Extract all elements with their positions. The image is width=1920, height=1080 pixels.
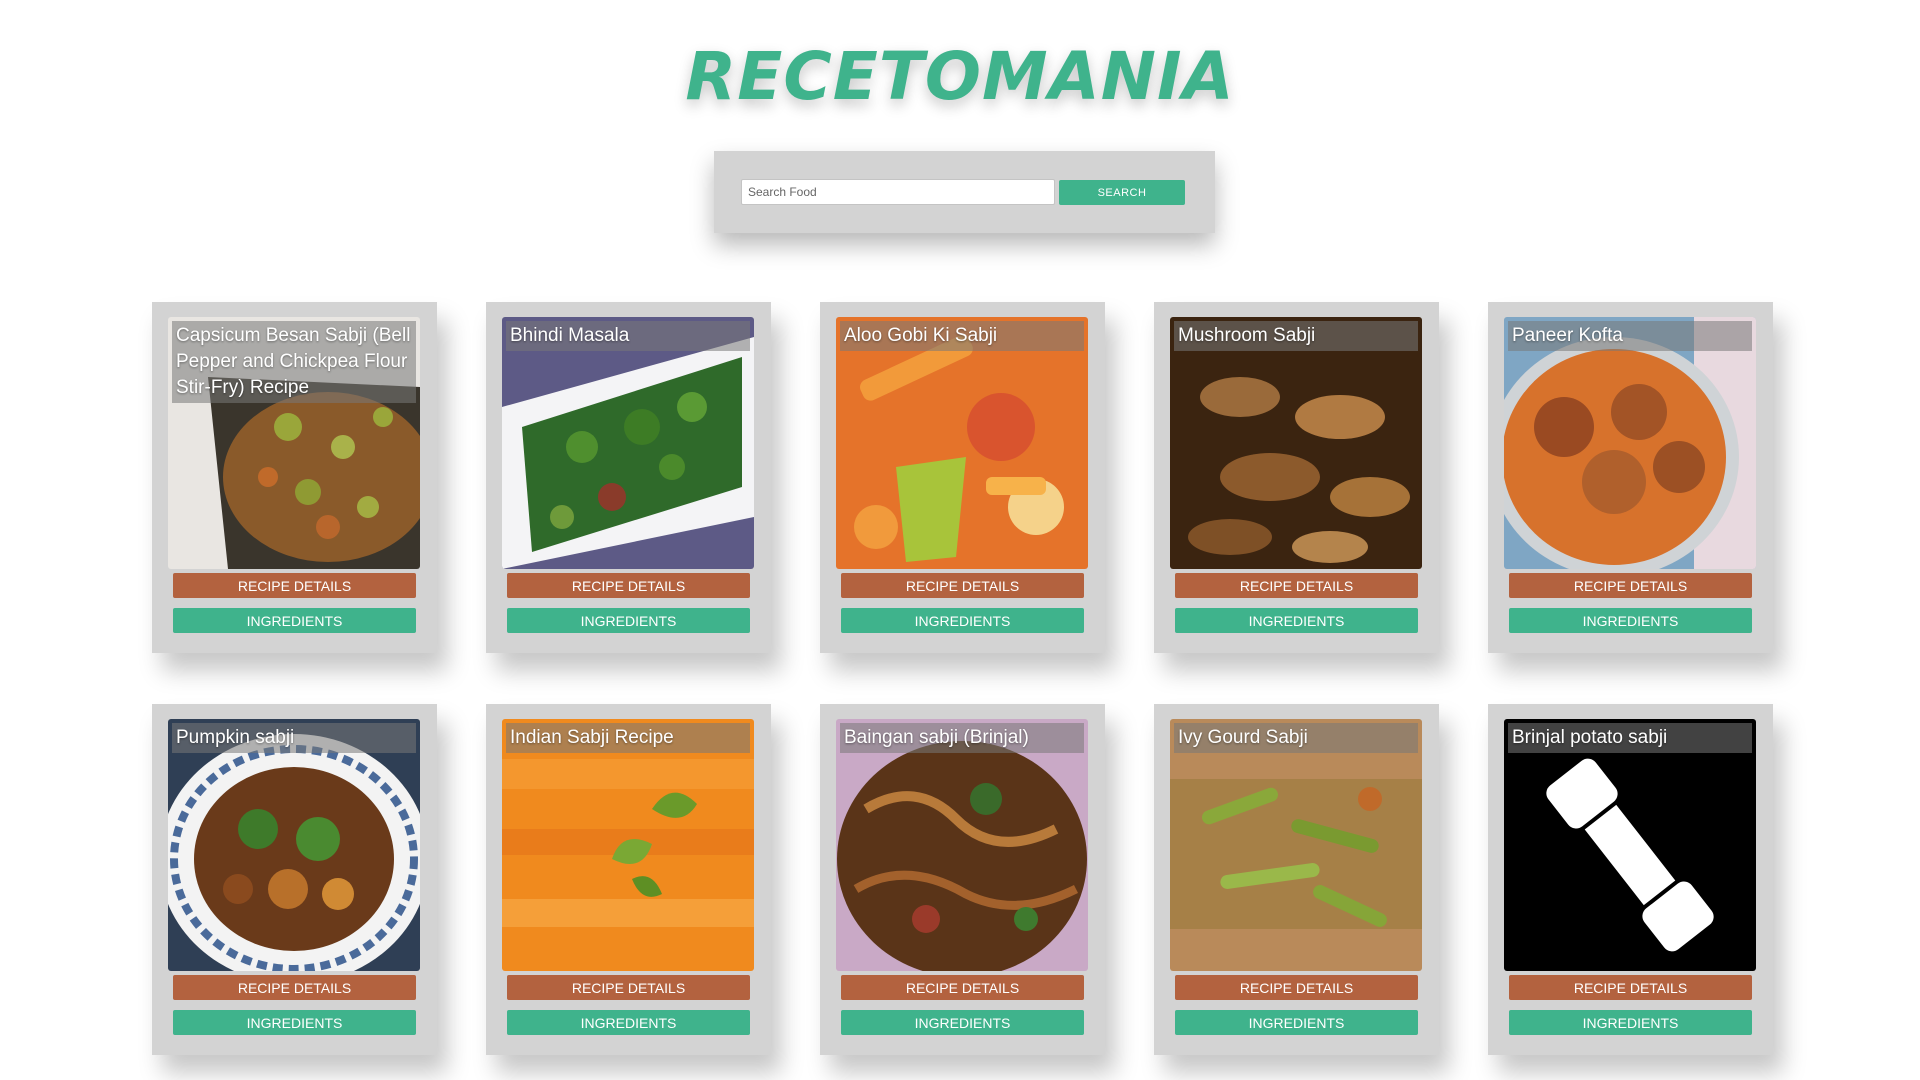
ingredients-button[interactable]: INGREDIENTS [173,608,416,633]
recipe-image[interactable]: Baingan sabji (Brinjal) [836,719,1088,971]
ingredients-button[interactable]: INGREDIENTS [507,608,750,633]
ingredients-button[interactable]: INGREDIENTS [507,1010,750,1035]
recipe-title: Pumpkin sabji [172,723,416,753]
recipe-details-button[interactable]: RECIPE DETAILS [1175,975,1418,1000]
recipe-image[interactable]: Indian Sabji Recipe [502,719,754,971]
recipe-card: Paneer Kofta RECIPE DETAILS INGREDIENTS [1488,302,1773,653]
recipe-title: Brinjal potato sabji [1508,723,1752,753]
recipe-details-button[interactable]: RECIPE DETAILS [1175,573,1418,598]
recipe-title: Capsicum Besan Sabji (Bell Pepper and Ch… [172,321,416,403]
recipe-photo [1170,719,1422,971]
recipe-image[interactable]: Mushroom Sabji [1170,317,1422,569]
recipe-card: Mushroom Sabji RECIPE DETAILS INGREDIENT… [1154,302,1439,653]
ingredients-button[interactable]: INGREDIENTS [173,1010,416,1035]
ingredients-button[interactable]: INGREDIENTS [1175,1010,1418,1035]
page: RECETOMANIA SEARCH Capsicu [0,0,1920,1080]
search-panel: SEARCH [714,151,1215,233]
phone-icon [1504,719,1756,971]
recipe-title: Ivy Gourd Sabji [1174,723,1418,753]
search-button[interactable]: SEARCH [1059,180,1185,205]
recipe-card: Bhindi Masala RECIPE DETAILS INGREDIENTS [486,302,771,653]
recipe-details-button[interactable]: RECIPE DETAILS [173,573,416,598]
recipe-photo [836,719,1088,971]
recipe-card: Capsicum Besan Sabji (Bell Pepper and Ch… [152,302,437,653]
ingredients-button[interactable]: INGREDIENTS [1175,608,1418,633]
ingredients-button[interactable]: INGREDIENTS [1509,1010,1752,1035]
recipe-photo [1504,317,1756,569]
recipe-image[interactable]: Brinjal potato sabji [1504,719,1756,971]
recipe-details-button[interactable]: RECIPE DETAILS [1509,975,1752,1000]
recipe-title: Bhindi Masala [506,321,750,351]
recipe-details-button[interactable]: RECIPE DETAILS [841,975,1084,1000]
recipe-title: Aloo Gobi Ki Sabji [840,321,1084,351]
recipe-photo [502,317,754,569]
ingredients-button[interactable]: INGREDIENTS [841,1010,1084,1035]
recipe-image[interactable]: Bhindi Masala [502,317,754,569]
search-input[interactable] [741,179,1055,205]
recipe-details-button[interactable]: RECIPE DETAILS [1509,573,1752,598]
recipe-details-button[interactable]: RECIPE DETAILS [507,573,750,598]
recipe-card: Indian Sabji Recipe RECIPE DETAILS INGRE… [486,704,771,1055]
recipe-photo [836,317,1088,569]
recipe-grid: Capsicum Besan Sabji (Bell Pepper and Ch… [152,302,1773,1055]
recipe-card: Baingan sabji (Brinjal) RECIPE DETAILS I… [820,704,1105,1055]
recipe-image[interactable]: Pumpkin sabji [168,719,420,971]
recipe-title: Mushroom Sabji [1174,321,1418,351]
recipe-title: Paneer Kofta [1508,321,1752,351]
recipe-title: Indian Sabji Recipe [506,723,750,753]
app-title: RECETOMANIA [685,38,1235,115]
recipe-card: Ivy Gourd Sabji RECIPE DETAILS INGREDIEN… [1154,704,1439,1055]
recipe-image[interactable]: Ivy Gourd Sabji [1170,719,1422,971]
ingredients-button[interactable]: INGREDIENTS [841,608,1084,633]
recipe-details-button[interactable]: RECIPE DETAILS [507,975,750,1000]
recipe-card: Brinjal potato sabji RECIPE DETAILS INGR… [1488,704,1773,1055]
recipe-image[interactable]: Aloo Gobi Ki Sabji [836,317,1088,569]
recipe-card: Pumpkin sabji RECIPE DETAILS INGREDIENTS [152,704,437,1055]
recipe-photo [502,719,754,971]
recipe-photo [168,719,420,971]
recipe-details-button[interactable]: RECIPE DETAILS [173,975,416,1000]
recipe-image[interactable]: Paneer Kofta [1504,317,1756,569]
recipe-title: Baingan sabji (Brinjal) [840,723,1084,753]
recipe-details-button[interactable]: RECIPE DETAILS [841,573,1084,598]
ingredients-button[interactable]: INGREDIENTS [1509,608,1752,633]
recipe-image[interactable]: Capsicum Besan Sabji (Bell Pepper and Ch… [168,317,420,569]
recipe-card: Aloo Gobi Ki Sabji RECIPE DETAILS INGRED… [820,302,1105,653]
recipe-photo [1170,317,1422,569]
